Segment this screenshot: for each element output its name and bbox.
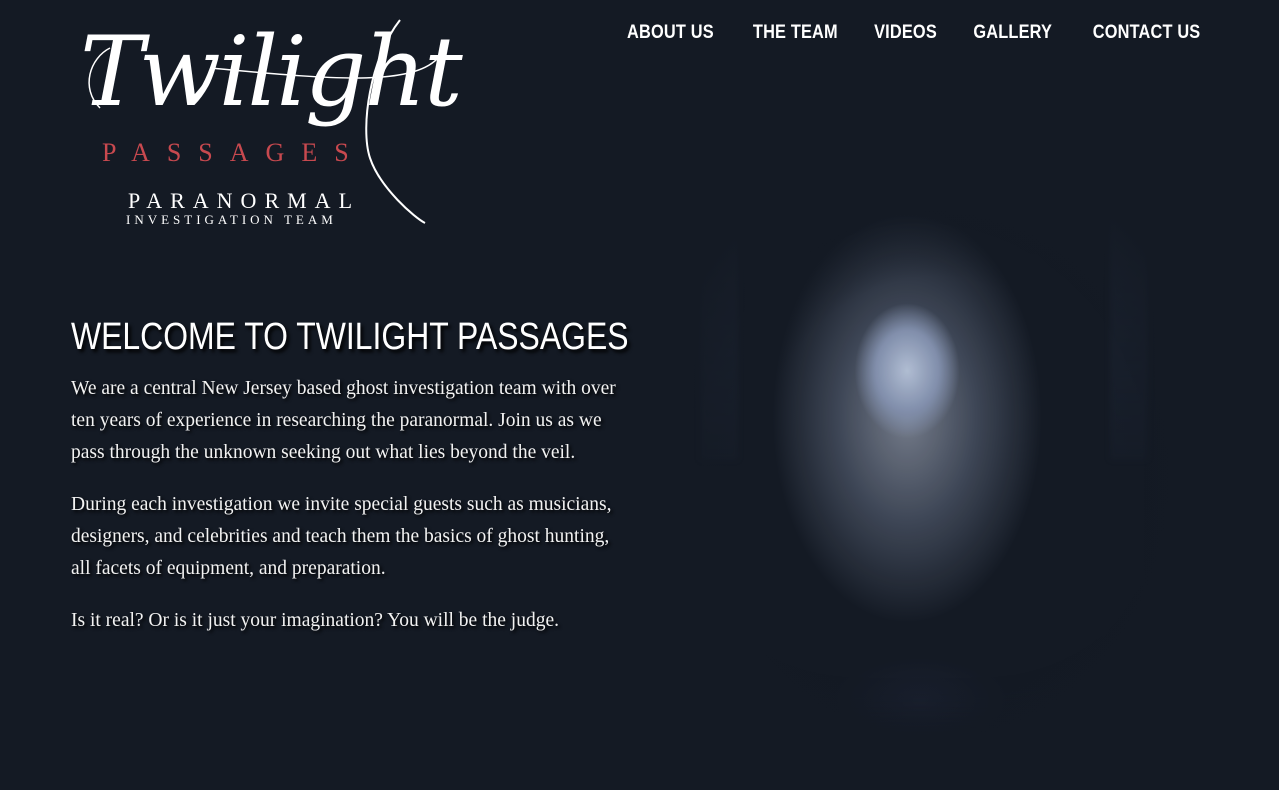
guests-paragraph: During each investigation we invite spec… xyxy=(71,494,612,579)
logo-subtitle: PASSAGES xyxy=(102,138,366,167)
logo-title: Twilight xyxy=(80,16,463,128)
closing-paragraph: Is it real? Or is it just your imaginati… xyxy=(71,610,559,631)
hero-tree-shadow xyxy=(700,130,738,460)
nav-the-team[interactable]: THE TEAM xyxy=(753,22,838,44)
page-title: WELCOME TO TWILIGHT PASSAGES xyxy=(71,316,629,358)
nav-contact-us[interactable]: CONTACT US xyxy=(1093,22,1201,44)
logo-tagline-small: INVESTIGATION TEAM xyxy=(126,212,337,227)
logo-tagline: PARANORMAL xyxy=(128,188,361,213)
nav-videos[interactable]: VIDEOS xyxy=(874,22,937,44)
nav-about-us[interactable]: ABOUT US xyxy=(627,22,714,44)
welcome-section: WELCOME TO TWILIGHT PASSAGES We are a ce… xyxy=(71,316,629,657)
intro-paragraph: We are a central New Jersey based ghost … xyxy=(71,378,616,463)
main-navigation: ABOUT US THE TEAM VIDEOS GALLERY CONTACT… xyxy=(620,22,1209,44)
nav-gallery[interactable]: GALLERY xyxy=(974,22,1053,44)
site-logo[interactable]: Twilight PASSAGES PARANORMAL INVESTIGATI… xyxy=(70,18,463,232)
hero-tree-shadow xyxy=(1110,130,1148,460)
